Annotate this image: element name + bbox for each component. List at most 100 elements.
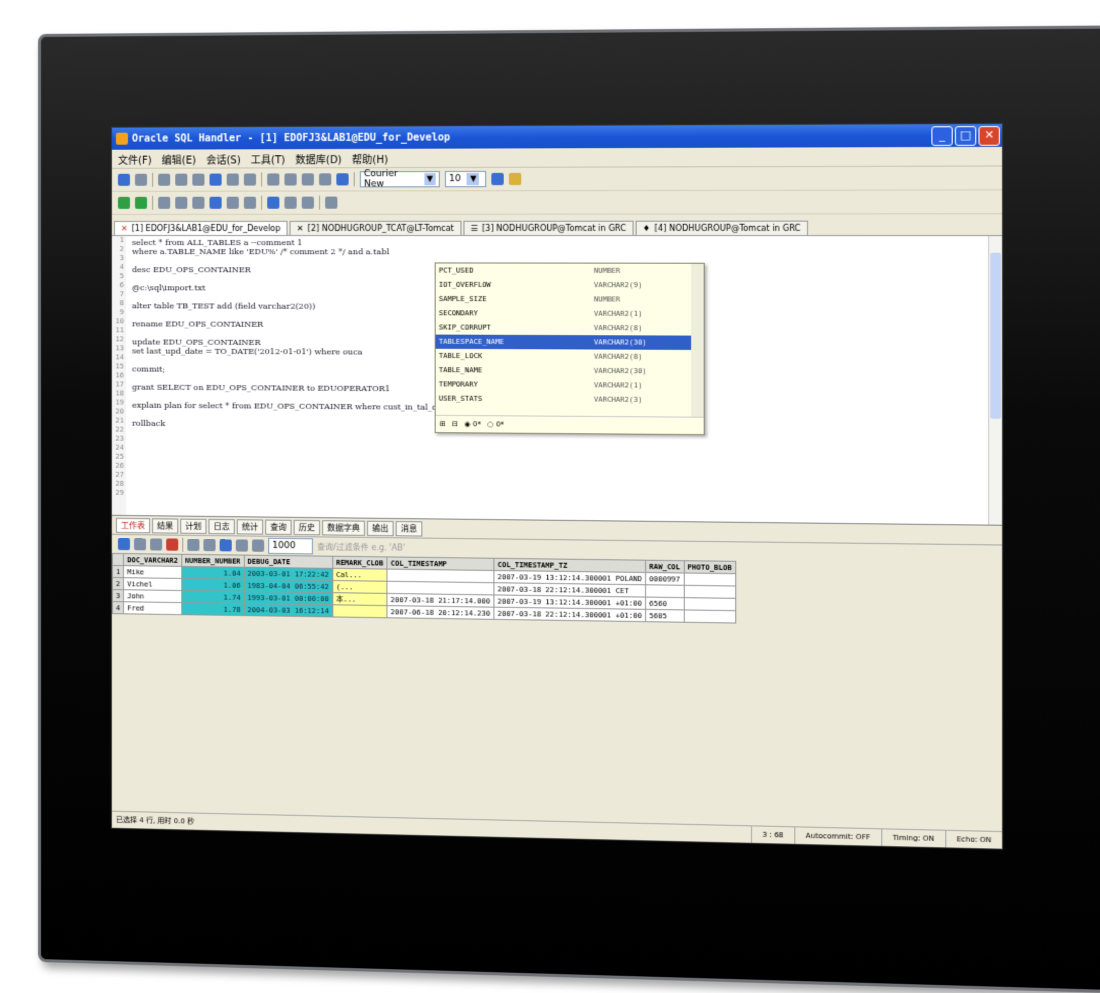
- cut-icon[interactable]: [158, 173, 171, 186]
- outdent-icon[interactable]: [284, 173, 297, 186]
- table-cell[interactable]: [683, 609, 736, 624]
- comment-icon[interactable]: [301, 173, 314, 186]
- settings-icon[interactable]: [243, 196, 257, 209]
- run-icon[interactable]: [117, 196, 130, 209]
- undo-icon[interactable]: [226, 173, 239, 186]
- paste-icon[interactable]: [192, 173, 205, 186]
- result-tab[interactable]: 消息: [395, 520, 423, 537]
- autocomplete-item[interactable]: TABLE_LOCK VARCHAR2(8): [436, 349, 704, 365]
- list-icon[interactable]: [133, 538, 147, 551]
- radio-option-1[interactable]: ◉ 0*: [464, 420, 481, 428]
- stop-icon[interactable]: [158, 196, 171, 209]
- result-tab[interactable]: 查询: [265, 519, 292, 535]
- result-tab[interactable]: 输出: [367, 520, 394, 536]
- row-indicator[interactable]: 3: [112, 589, 124, 602]
- redo-icon[interactable]: [243, 173, 257, 186]
- code-line[interactable]: where a.TABLE_NAME like 'EDU%' /* commen…: [132, 247, 987, 257]
- copy-rows-icon[interactable]: [187, 538, 200, 552]
- delete-row-icon[interactable]: [150, 538, 163, 551]
- maximize-button[interactable]: □: [954, 125, 977, 146]
- commit-icon[interactable]: [192, 196, 205, 209]
- table-cell[interactable]: 2004-03-03 16:12:14: [243, 603, 333, 617]
- export-grid-icon[interactable]: [203, 538, 216, 552]
- export-icon[interactable]: [226, 196, 239, 209]
- grid-settings-icon[interactable]: [235, 539, 248, 552]
- table-cell[interactable]: (...: [332, 580, 387, 594]
- scrollbar-thumb[interactable]: [128, 848, 662, 850]
- table-cell[interactable]: 0000997: [645, 572, 684, 586]
- save-icon[interactable]: [135, 173, 148, 186]
- table-cell[interactable]: 6560: [645, 597, 684, 610]
- result-tab[interactable]: 日志: [208, 518, 235, 534]
- result-tab[interactable]: 数据字典: [322, 519, 365, 536]
- autocomplete-item[interactable]: IOT_OVERFLOW VARCHAR2(9): [436, 278, 704, 293]
- result-tab[interactable]: 统计: [236, 518, 264, 535]
- history-icon[interactable]: [267, 196, 280, 209]
- tab-session-4[interactable]: ♦ [4] NODHUGROUP@Tomcat in GRC: [635, 220, 808, 236]
- column-header[interactable]: NUMBER_NUMBER: [181, 554, 244, 568]
- users-icon[interactable]: [301, 196, 314, 209]
- table-cell[interactable]: [683, 597, 736, 611]
- rollback-icon[interactable]: [209, 196, 222, 209]
- column-header[interactable]: RAW_COL: [645, 560, 684, 573]
- timing-status[interactable]: Timing: ON: [880, 829, 945, 848]
- table-cell[interactable]: Cal...: [332, 568, 387, 582]
- table-cell[interactable]: 2007-03-18 22:12:14.300001 +01:00: [493, 607, 646, 622]
- timer-icon[interactable]: [284, 196, 297, 209]
- table-cell[interactable]: 1.04: [181, 566, 244, 580]
- format-icon[interactable]: [336, 173, 349, 186]
- menu-database[interactable]: 数据库(D): [295, 151, 341, 166]
- filter-icon[interactable]: ⊞: [440, 420, 446, 428]
- row-indicator[interactable]: 1: [112, 565, 124, 578]
- table-cell[interactable]: 1.78: [181, 602, 244, 616]
- table-cell[interactable]: [683, 572, 736, 587]
- table-cell[interactable]: Mike: [123, 565, 182, 579]
- font-size-select[interactable]: 10 ▼: [444, 170, 487, 188]
- post-icon[interactable]: [166, 538, 179, 551]
- indent-icon[interactable]: [267, 173, 280, 186]
- search-icon[interactable]: [219, 539, 232, 552]
- menu-session[interactable]: 会话(S): [206, 151, 241, 166]
- editor-vertical-scrollbar[interactable]: [988, 236, 1003, 525]
- autocomplete-item[interactable]: PCT_USED NUMBER: [436, 263, 704, 278]
- sort-icon[interactable]: ⊟: [452, 420, 458, 428]
- code-line[interactable]: select * from ALL_TABLES a --comment 1: [132, 238, 987, 247]
- close-tab-icon[interactable]: ✕: [121, 224, 128, 233]
- autocomplete-item[interactable]: SKIP_CORRUPT VARCHAR2(8): [436, 320, 704, 335]
- table-cell[interactable]: 本...: [332, 592, 387, 606]
- explain-icon[interactable]: [175, 196, 188, 209]
- link-icon[interactable]: [491, 172, 504, 186]
- run-step-icon[interactable]: [135, 196, 148, 209]
- menu-file[interactable]: 文件(F): [118, 151, 152, 166]
- column-header[interactable]: PHOTO_BLOB: [683, 560, 736, 574]
- chevron-down-icon[interactable]: ▼: [423, 173, 436, 186]
- popup-scrollbar[interactable]: [691, 263, 704, 418]
- row-indicator[interactable]: 4: [112, 601, 124, 614]
- column-header[interactable]: REMARK_CLOB: [332, 556, 387, 570]
- tab-session-1[interactable]: ✕ [1] EDOFJ3&LAB1@EDU_for_Develop: [113, 220, 288, 236]
- table-cell[interactable]: 1.06: [181, 578, 244, 592]
- find-icon[interactable]: [209, 173, 222, 186]
- result-tab[interactable]: 工作表: [115, 517, 151, 533]
- font-name-select[interactable]: Courier New ▼: [359, 169, 440, 189]
- table-cell[interactable]: [683, 585, 736, 599]
- table-cell[interactable]: [332, 604, 387, 618]
- result-tab[interactable]: 计划: [180, 518, 207, 534]
- sound-icon[interactable]: [508, 172, 522, 186]
- tab-session-3[interactable]: ☰ [3] NODHUGROUP@Tomcat in GRC: [463, 220, 634, 236]
- column-header[interactable]: DOC_VARCHAR2: [123, 553, 182, 567]
- table-cell[interactable]: 1.74: [181, 590, 244, 604]
- menu-edit[interactable]: 编辑(E): [162, 151, 196, 166]
- column-header[interactable]: DEBUG_DATE: [243, 555, 333, 569]
- connect-icon[interactable]: [117, 173, 130, 186]
- close-tab-icon[interactable]: ✕: [297, 224, 304, 233]
- autocomplete-item[interactable]: SAMPLE_SIZE NUMBER: [436, 292, 704, 307]
- table-cell[interactable]: 5605: [645, 609, 684, 623]
- autocomplete-item[interactable]: SECONDARY VARCHAR2(1): [436, 306, 704, 321]
- autocommit-status[interactable]: Autocommit: OFF: [794, 827, 881, 846]
- autocomplete-item[interactable]: TABLESPACE_NAME VARCHAR2(30): [435, 334, 704, 351]
- table-cell[interactable]: Vichel: [123, 577, 182, 591]
- radio-option-2[interactable]: ○ 0*: [487, 420, 504, 428]
- copy-icon[interactable]: [175, 173, 188, 186]
- scrollbar-thumb[interactable]: [990, 252, 1001, 419]
